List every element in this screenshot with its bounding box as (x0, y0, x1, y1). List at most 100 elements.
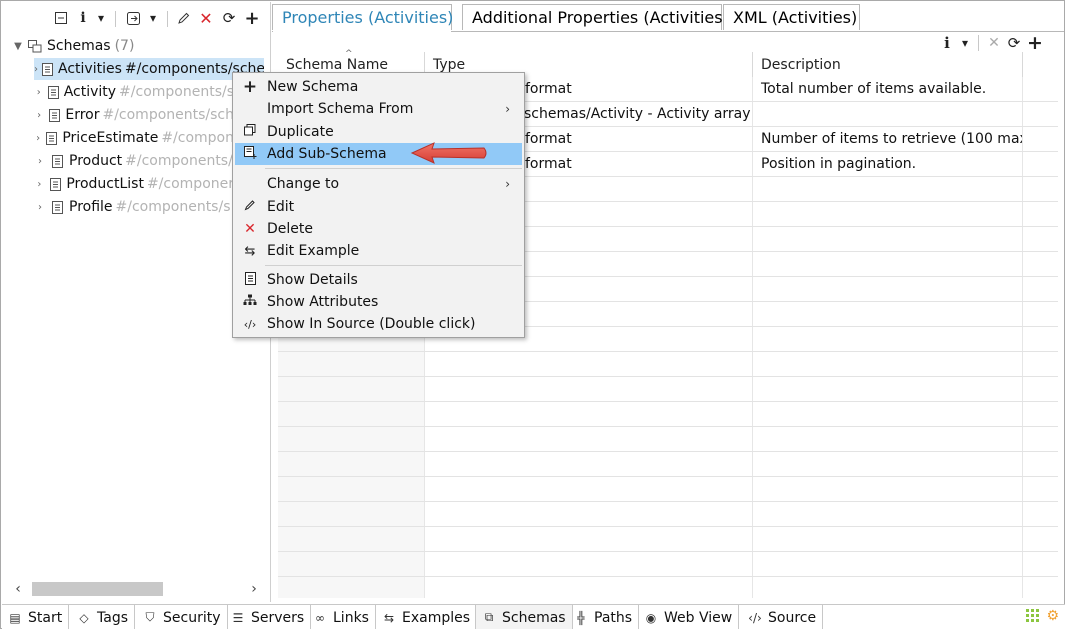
context-menu: + New Schema Import Schema From › Duplic… (232, 72, 525, 338)
pencil-icon[interactable] (175, 7, 191, 29)
tab-servers[interactable]: ☰ Servers (225, 605, 312, 629)
delete-x-icon[interactable]: ✕ (986, 32, 1002, 54)
info-icon[interactable]: i (76, 7, 90, 29)
cell-description[interactable]: Position in pagination. (753, 152, 1022, 177)
tree-item-ref: #/components/sch (102, 107, 234, 123)
grid-dots-icon[interactable] (1026, 609, 1040, 627)
tab-tags[interactable]: ◇ Tags (71, 605, 135, 629)
menu-separator (265, 168, 522, 169)
tab-source[interactable]: ‹/› Source (742, 605, 824, 629)
menu-item-edit-example[interactable]: ⇆ Edit Example (235, 240, 522, 262)
tab-security[interactable]: ⛉ Security (137, 605, 228, 629)
menu-item-show-in-source[interactable]: ‹/› Show In Source (Double click) (235, 313, 522, 335)
chevron-down-icon[interactable]: ▾ (958, 32, 972, 54)
cell-description[interactable]: Total number of items available. (753, 77, 1022, 102)
tree-item-ref: #/components/s (115, 199, 231, 215)
cell-description[interactable] (753, 102, 1022, 127)
tree-item-activity[interactable]: › Activity #/components/s (34, 81, 234, 103)
details-icon (235, 271, 265, 289)
bottom-tab-bar: ▤ Start ◇ Tags ⛉ Security ☰ Servers ∞ Links ⇆… (2, 604, 1065, 629)
tag-icon: ◇ (79, 610, 89, 625)
plus-icon[interactable]: + (244, 7, 260, 29)
refresh-icon[interactable]: ⟳ (1006, 32, 1022, 54)
scroll-left-icon[interactable]: ‹ (10, 580, 26, 598)
info-icon[interactable]: i (940, 32, 954, 54)
tab-paths[interactable]: ╬ Paths (568, 605, 640, 629)
tree-item-activities[interactable]: › Activities #/components/sche (34, 58, 264, 80)
tree-item-label: Profile (69, 199, 113, 215)
pencil-icon (235, 199, 265, 215)
chevron-down-icon[interactable]: ▾ (94, 7, 108, 29)
table-row (278, 452, 1058, 477)
tab-label: Servers (251, 609, 305, 626)
chevron-down-icon[interactable]: ▼ (12, 41, 24, 52)
source-code-icon: ‹/› (748, 610, 762, 625)
tab-xml[interactable]: XML (Activities) (723, 4, 860, 30)
annotation-arrow-icon (410, 142, 487, 164)
schema-doc-icon (49, 177, 62, 191)
menu-item-import-schema-from[interactable]: Import Schema From › (235, 98, 522, 120)
menu-item-delete[interactable]: ✕ Delete (235, 218, 522, 240)
column-header-description[interactable]: Description (753, 52, 1023, 77)
app-window: i ▾ ▾ ✕ ⟳ + ▼ Schemas (7) › Activities #… (0, 0, 1065, 629)
chevron-right-icon[interactable]: › (34, 64, 38, 75)
tab-schemas[interactable]: ⧉ Schemas (475, 605, 573, 629)
chevron-right-icon[interactable]: › (34, 133, 42, 144)
menu-item-change-to[interactable]: Change to › (235, 173, 522, 195)
tree-item-label: ProductList (66, 176, 144, 192)
tab-additional-properties[interactable]: Additional Properties (Activities) (462, 4, 729, 30)
chevron-right-icon[interactable]: › (34, 202, 46, 213)
schema-tree-panel: i ▾ ▾ ✕ ⟳ + ▼ Schemas (7) › Activities #… (2, 2, 271, 602)
scrollbar-thumb[interactable] (32, 582, 163, 596)
settings-gears-icon[interactable]: ⚙ (1046, 609, 1059, 627)
menu-item-label: Show In Source (Double click) (267, 316, 476, 332)
tree-item-priceestimate[interactable]: › PriceEstimate #/compon (34, 127, 234, 149)
schema-doc-icon (42, 62, 53, 76)
link-icon: ∞ (315, 610, 325, 625)
cell-description[interactable]: Number of items to retrieve (100 max). (753, 127, 1022, 152)
column-header-label: Schema Name (286, 57, 389, 73)
tree-item-error[interactable]: › Error #/components/sch (34, 104, 234, 126)
menu-item-edit[interactable]: Edit (235, 196, 522, 218)
table-row (278, 352, 1058, 377)
delete-x-icon: ✕ (244, 221, 256, 237)
chevron-right-icon[interactable]: › (34, 156, 46, 167)
delete-x-icon[interactable]: ✕ (198, 7, 214, 29)
tree-item-label: Error (65, 107, 100, 123)
collapse-all-icon[interactable] (52, 7, 70, 29)
chevron-right-icon[interactable]: › (34, 87, 44, 98)
tab-start[interactable]: ▤ Start (2, 605, 70, 629)
chevron-right-icon[interactable]: › (34, 179, 45, 190)
plus-icon[interactable]: + (1027, 32, 1043, 54)
source-code-icon: ‹/› (243, 317, 257, 331)
menu-item-show-attributes[interactable]: Show Attributes (235, 291, 522, 313)
tree-item-profile[interactable]: › Profile #/components/s (34, 196, 234, 218)
chevron-right-icon[interactable]: › (34, 110, 44, 121)
tab-properties[interactable]: Properties (Activities) (272, 4, 453, 30)
tree-item-ref: #/compon (161, 130, 234, 146)
tab-examples[interactable]: ⇆ Examples (376, 605, 478, 629)
menu-item-new-schema[interactable]: + New Schema (235, 76, 522, 98)
column-header-label: Description (761, 57, 841, 73)
duplicate-icon (235, 124, 265, 140)
tab-label: Web View (664, 609, 733, 626)
menu-item-label: Show Details (267, 272, 358, 288)
tab-web-view[interactable]: ◉ Web View (638, 605, 740, 629)
tree-item-label: Product (69, 153, 123, 169)
chevron-down-icon[interactable]: ▾ (146, 7, 160, 29)
tree-horizontal-scrollbar[interactable]: ‹ › (10, 580, 262, 598)
table-row (278, 402, 1058, 427)
menu-item-show-details[interactable]: Show Details (235, 269, 522, 291)
tree-item-product[interactable]: › Product #/components/ (34, 150, 234, 172)
schema-doc-icon (50, 154, 64, 168)
tree-item-label: PriceEstimate (62, 130, 159, 146)
tree-root-schemas[interactable]: ▼ Schemas (7) (12, 35, 271, 57)
edit-example-icon: ⇆ (244, 243, 256, 259)
scroll-right-icon[interactable]: › (246, 580, 262, 598)
tree-item-productlist[interactable]: › ProductList #/componer (34, 173, 234, 195)
menu-item-label: Edit (267, 199, 295, 215)
export-icon[interactable] (124, 7, 142, 29)
tab-links[interactable]: ∞ Links (307, 605, 376, 629)
refresh-icon[interactable]: ⟳ (221, 7, 237, 29)
menu-item-label: Change to (267, 176, 340, 192)
